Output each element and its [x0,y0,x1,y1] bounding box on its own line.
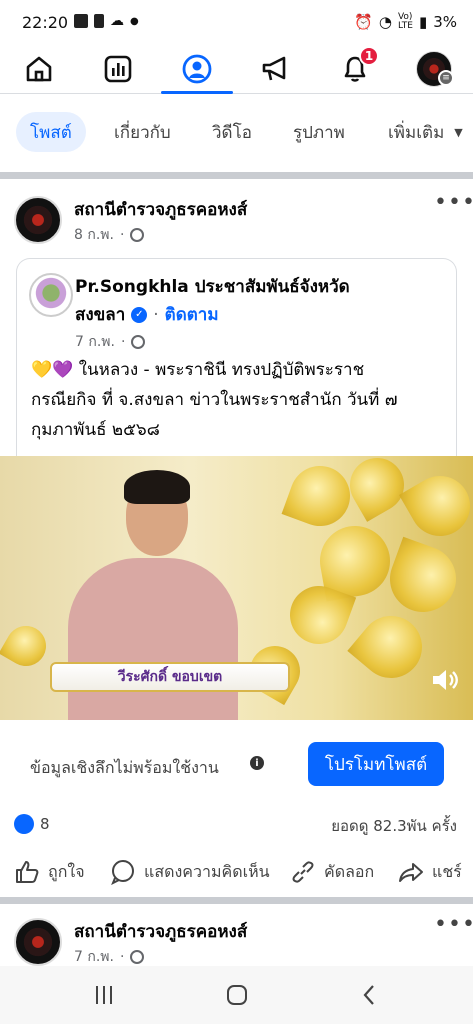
post-options-icon[interactable]: ••• [434,190,473,215]
cloud-icon: ☁ [110,13,124,29]
app-root: 22:20 ☁ ● ⏰ ◔ Vo) LTE ▮ 3% 1 ≡ โพสต์ เกี… [0,0,473,1024]
caret-down-icon: ▼ [454,125,463,139]
post-page-avatar[interactable] [14,196,62,244]
flower-decoration [340,456,414,522]
tab-posts[interactable]: โพสต์ [16,112,86,152]
post-options-icon[interactable]: ••• [434,912,473,937]
like-label: ถูกใจ [48,861,85,881]
status-right-icons: ⏰ ◔ Vo) LTE ▮ 3% [354,12,457,32]
home-button-icon[interactable] [225,983,249,1007]
flower-decoration [380,536,466,622]
shared-meta: 7 ก.พ. · [75,331,146,353]
follow-link[interactable]: ติดตาม [165,301,219,328]
post-page-name[interactable]: สถานีตำรวจภูธรคอหงส์ [74,196,247,223]
system-nav-bar [0,966,473,1024]
dot-icon: ● [130,15,139,27]
nav-ads[interactable] [246,46,306,92]
shared-page-name-line2[interactable]: สงขลา [75,301,125,328]
megaphone-icon [262,56,286,81]
globe-icon [131,335,146,349]
verified-icon: ✓ [131,306,148,323]
flower-decoration [0,618,54,674]
signal-icon: ▮ [418,13,428,31]
menu-icon: ≡ [438,70,454,86]
link-icon [292,861,314,883]
alarm-icon: ⏰ [354,13,373,31]
video-caption: วีระศักดิ์ ขอบเขต [50,662,290,692]
info-icon[interactable]: i [250,756,264,770]
presenter-hair [124,470,190,504]
nav-notifications[interactable]: 1 [325,46,385,92]
gallery-icon [74,14,88,28]
home-icon [26,56,52,82]
copy-label: คัดลอก [324,861,375,881]
battery-text: 3% [433,13,457,31]
profile-tabs: โพสต์ เกี่ยวกับ วิดีโอ รูปภาพ เพิ่มเติม … [0,96,473,172]
status-time: 22:20 [22,13,69,32]
post-date[interactable]: 7 ก.พ. [74,946,114,968]
status-left-icons: ☁ ● [74,13,139,29]
shared-page-name-row: สงขลา ✓ · ติดตาม [75,301,219,328]
tab-more-label: เพิ่มเติม [388,122,445,143]
tab-videos[interactable]: วิดีโอ [212,112,252,152]
flower-decoration [347,603,435,691]
promote-post-button[interactable]: โปรโมทโพสต์ [308,742,444,786]
profile-icon [182,54,212,84]
shared-post-text: 💛💜 ในหลวง - พระราชินี ทรงปฏิบัติพระราช ก… [31,355,441,445]
flower-decoration [281,457,359,535]
shared-text-line: กรณียกิจ ที่ จ.สงขลา ข่าวในพระราชสำนัก ว… [31,390,398,410]
shared-text-line: 💛💜 ในหลวง - พระราชินี ทรงปฏิบัติพระราช [31,360,365,380]
tab-photos[interactable]: รูปภาพ [293,112,345,152]
notification-badge: 1 [359,46,379,66]
tab-about[interactable]: เกี่ยวกับ [114,112,171,152]
comment-button[interactable]: แสดงความคิดเห็น [110,857,270,887]
alert-icon [94,14,104,28]
like-reaction-icon [14,814,34,834]
speaker-icon[interactable] [431,668,459,692]
reaction-summary[interactable]: 8 [14,814,50,834]
back-icon[interactable] [360,983,378,1007]
reaction-count: 8 [40,815,50,833]
nav-home[interactable] [9,46,69,92]
copy-button[interactable]: คัดลอก [290,857,374,887]
section-separator [0,172,473,179]
share-button[interactable]: แชร์ [398,857,462,887]
comment-label: แสดงความคิดเห็น [144,861,270,881]
post-meta: 8 ก.พ. · [74,224,145,246]
presenter-body [68,558,238,720]
status-bar: 22:20 ☁ ● ⏰ ◔ Vo) LTE ▮ 3% [0,0,473,46]
volte-icon: Vo) LTE [397,12,413,31]
thumbs-up-icon [16,861,39,883]
post-page-name[interactable]: สถานีตำรวจภูธรคอหงส์ [74,918,247,945]
share-icon [399,863,423,882]
globe-icon [130,228,145,242]
post-meta: 7 ก.พ. · [74,946,145,968]
nav-menu[interactable]: ≡ [404,46,464,92]
post-date[interactable]: 8 ก.พ. [74,224,114,246]
nav-profile[interactable] [161,46,233,94]
dashboard-icon [104,55,132,83]
nav-dashboard[interactable] [88,46,148,92]
share-label: แชร์ [432,861,462,881]
post-page-avatar[interactable] [14,918,62,966]
video-player[interactable]: วีระศักดิ์ ขอบเขต [0,456,473,720]
comment-icon [111,860,134,885]
tab-more[interactable]: เพิ่มเติม ▼ [388,112,463,152]
shared-page-avatar[interactable] [29,273,73,317]
shared-date[interactable]: 7 ก.พ. [75,331,115,353]
shared-page-name-line1[interactable]: Pr.Songkhla ประชาสัมพันธ์จังหวัด [75,273,350,300]
flower-decoration [399,465,473,547]
shared-post[interactable]: Pr.Songkhla ประชาสัมพันธ์จังหวัด สงขลา ✓… [16,258,457,458]
view-count: ยอดดู 82.3พัน ครั้ง [331,817,457,835]
globe-icon [130,950,145,964]
wifi-icon: ◔ [378,13,392,31]
section-separator [0,897,473,904]
insights-unavailable-text: ข้อมูลเชิงลึกไม่พร้อมใช้งาน [30,758,219,777]
top-nav: 1 ≡ [0,46,473,94]
recent-apps-icon[interactable] [93,984,115,1006]
like-button[interactable]: ถูกใจ [14,857,85,887]
shared-text-line: กุมภาพันธ์ ๒๕๖๘ [31,420,160,440]
